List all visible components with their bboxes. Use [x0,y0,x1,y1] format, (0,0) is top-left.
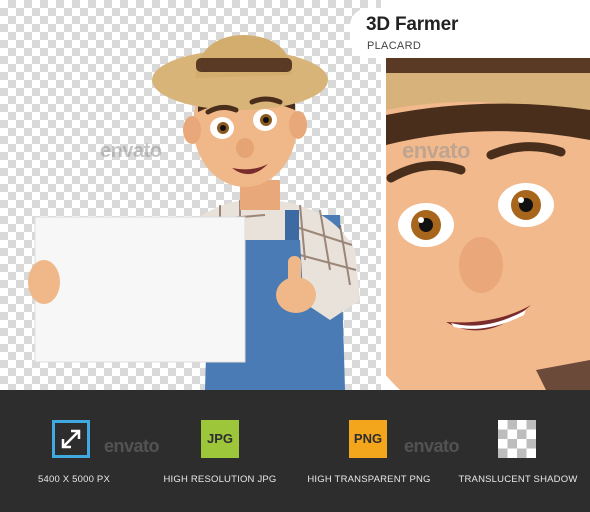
farmer-face-closeup [386,30,590,390]
shadow-label: TRANSLUCENT SHADOW [458,474,578,485]
farmer-full-illustration [28,35,360,390]
envato-watermark: envato [404,436,460,456]
closeup-preview-panel: envato [386,0,590,390]
envato-watermark: envato [104,436,160,456]
product-subtitle: PLACARD [367,40,422,52]
product-title: 3D Farmer [366,14,459,35]
jpg-label: HIGH RESOLUTION JPG [163,474,277,485]
png-label: HIGH TRANSPARENT PNG [307,474,431,485]
checkerboard-icon [498,420,536,458]
png-file-icon: PNG [349,420,387,458]
jpg-file-icon: JPG [201,420,239,458]
resize-arrows-icon [52,420,90,458]
resolution-label: 5400 X 5000 PX [38,474,110,485]
transparent-preview-panel: envato [0,0,381,390]
envato-watermark: envato [402,138,470,163]
product-preview: envato envato 3D Farmer PLACARD envato J… [0,0,590,512]
envato-watermark: envato [100,140,162,162]
